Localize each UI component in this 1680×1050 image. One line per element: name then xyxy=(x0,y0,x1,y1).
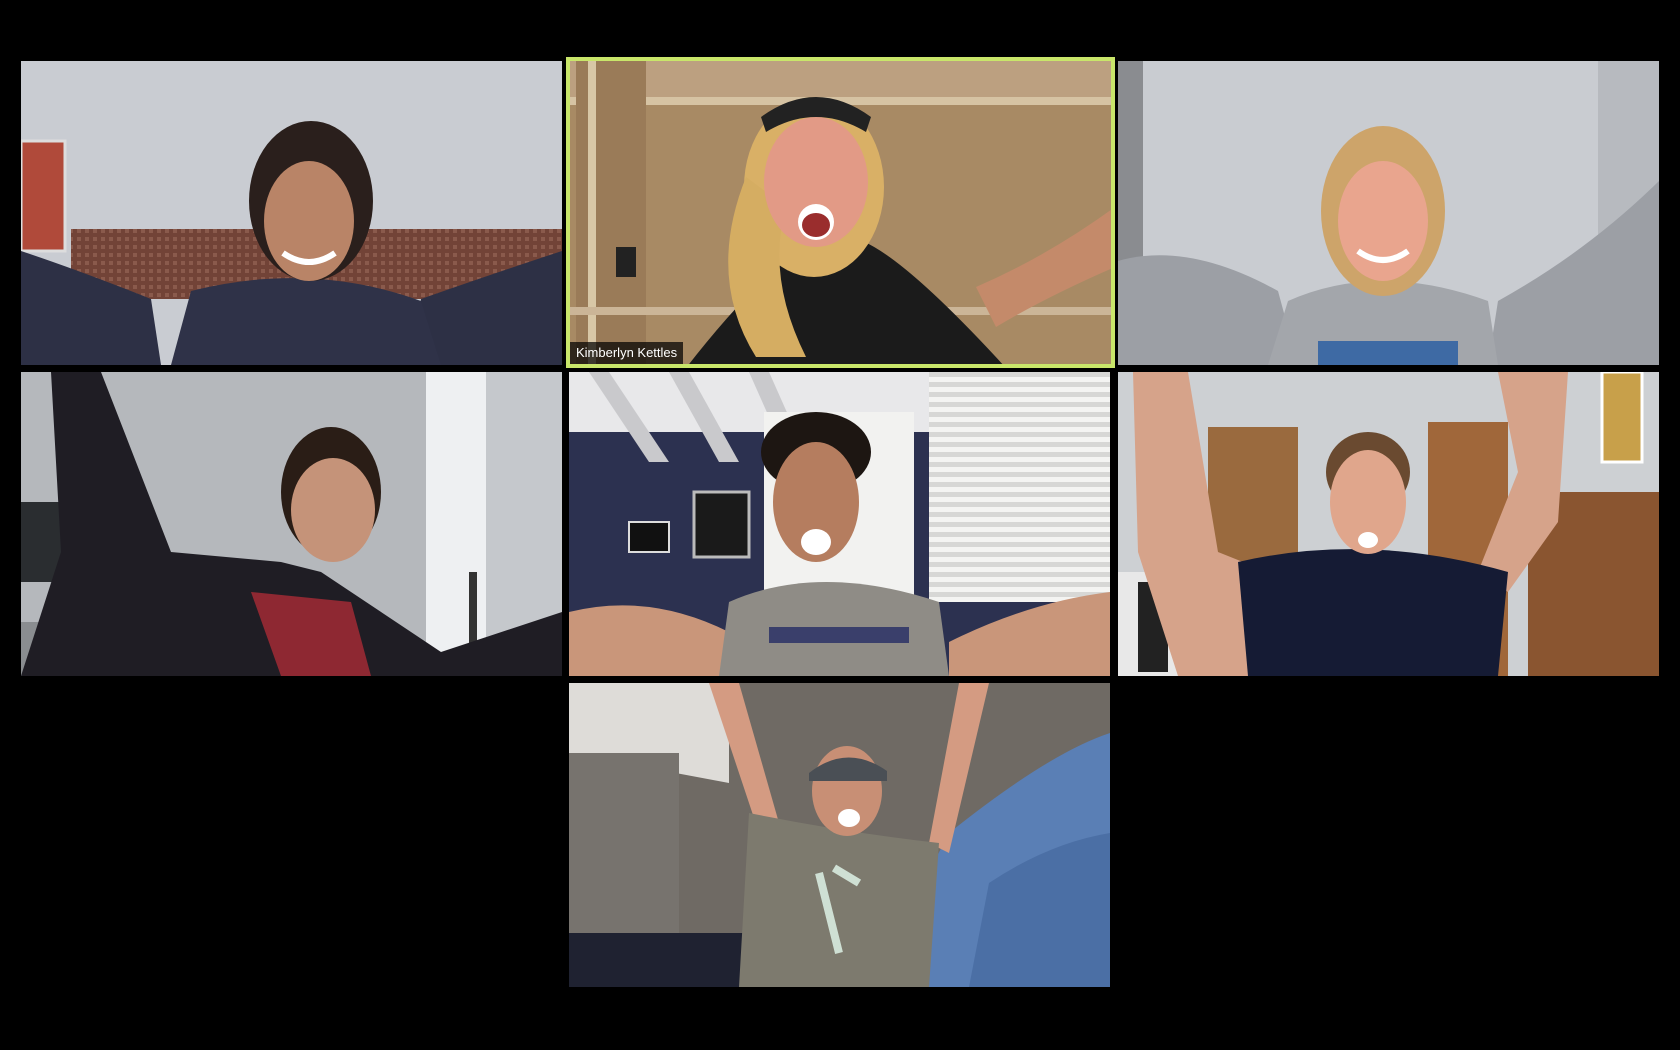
participant-video-6 xyxy=(1118,372,1659,676)
participant-video-3 xyxy=(1118,61,1659,365)
participant-video-7 xyxy=(569,683,1110,987)
video-tile-participant-1[interactable] xyxy=(21,61,562,365)
video-tile-participant-5[interactable] xyxy=(569,372,1110,676)
participant-name-label: Kimberlyn Kettles xyxy=(570,342,684,364)
participant-video-5 xyxy=(569,372,1110,676)
participant-video-2 xyxy=(566,57,1115,368)
video-tile-participant-3[interactable] xyxy=(1118,61,1659,365)
participant-video-4 xyxy=(21,372,562,676)
video-tile-participant-4[interactable] xyxy=(21,372,562,676)
gallery-view: Kimberlyn Kettles xyxy=(0,0,1680,1050)
video-tile-participant-2[interactable]: Kimberlyn Kettles xyxy=(566,57,1115,368)
video-tile-participant-6[interactable] xyxy=(1118,372,1659,676)
participant-video-1 xyxy=(21,61,562,365)
video-tile-participant-7[interactable] xyxy=(569,683,1110,987)
